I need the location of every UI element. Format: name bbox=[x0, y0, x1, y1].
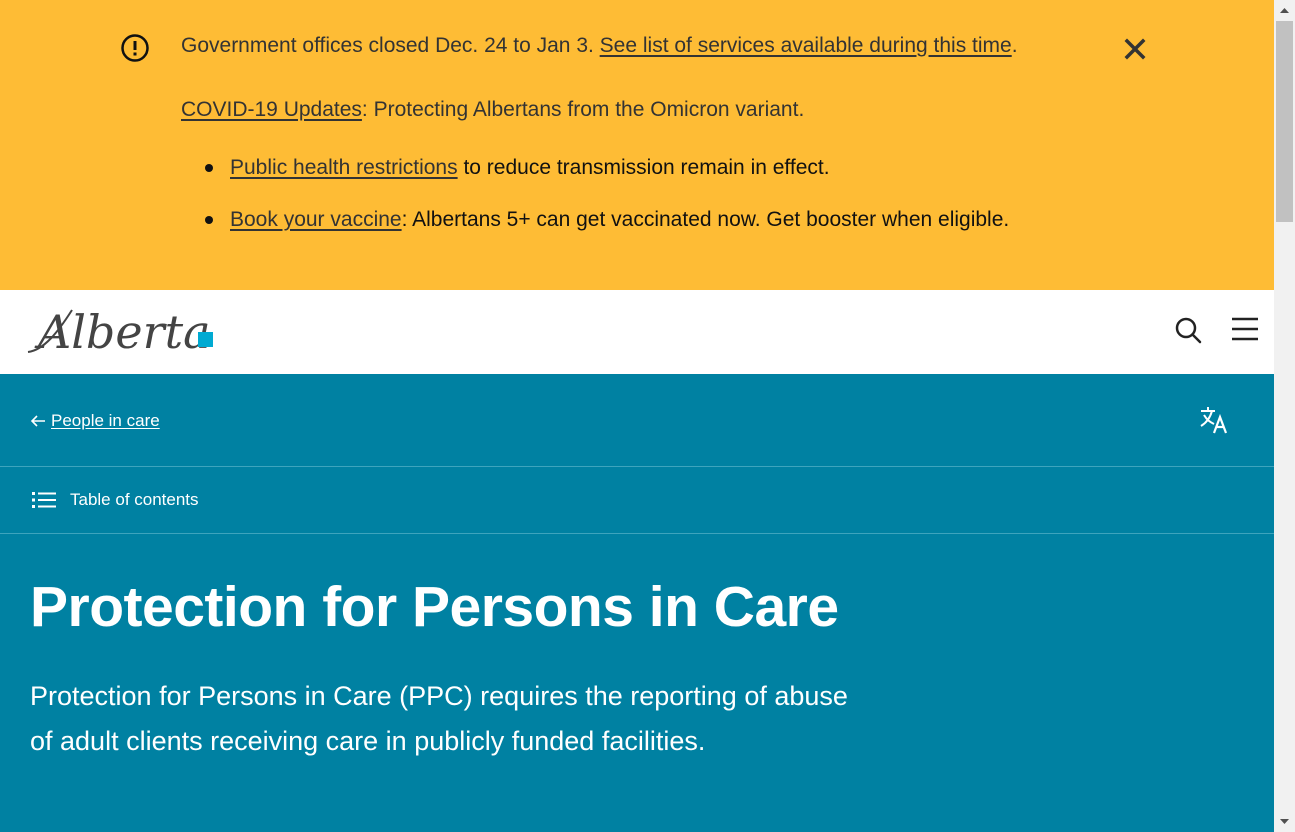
alert-office-closure-end: . bbox=[1011, 34, 1018, 57]
alert-banner: Government offices closed Dec. 24 to Jan… bbox=[0, 0, 1274, 290]
breadcrumb: People in care bbox=[30, 411, 160, 431]
arrow-left-icon bbox=[30, 415, 45, 427]
bullet-text: : Albertans 5+ can get vaccinated now. G… bbox=[401, 208, 1010, 231]
breadcrumb-people-in-care-link[interactable]: People in care bbox=[51, 411, 160, 431]
vertical-scrollbar[interactable] bbox=[1274, 0, 1295, 832]
alert-covid-text: : Protecting Albertans from the Omicron … bbox=[361, 98, 805, 121]
scrollbar-thumb[interactable] bbox=[1276, 21, 1293, 222]
public-health-restrictions-link[interactable]: Public health restrictions bbox=[230, 156, 458, 179]
page: Government offices closed Dec. 24 to Jan… bbox=[0, 0, 1274, 832]
logo-text: Alberta bbox=[34, 305, 211, 359]
list-item: Public health restrictions to reduce tra… bbox=[205, 146, 1009, 198]
list-item: Book your vaccine: Albertans 5+ can get … bbox=[205, 198, 1010, 250]
page-hero: People in care Table of contents Protect… bbox=[0, 374, 1274, 832]
scroll-up-arrow-icon[interactable] bbox=[1274, 0, 1295, 21]
alert-office-closure: Government offices closed Dec. 24 to Jan… bbox=[181, 34, 1018, 58]
scroll-down-arrow-icon[interactable] bbox=[1274, 811, 1295, 832]
alert-covid-updates: COVID-19 Updates: Protecting Albertans f… bbox=[181, 98, 804, 122]
services-list-link[interactable]: See list of services available during th… bbox=[600, 34, 1012, 57]
site-header: Alberta bbox=[0, 290, 1274, 374]
alert-office-closure-text: Government offices closed Dec. 24 to Jan… bbox=[181, 34, 600, 57]
page-title: Protection for Persons in Care bbox=[30, 575, 839, 639]
divider bbox=[0, 533, 1274, 534]
close-icon[interactable] bbox=[1122, 36, 1148, 62]
toc-label: Table of contents bbox=[70, 490, 199, 509]
bullet-dot bbox=[205, 164, 213, 172]
covid-updates-link[interactable]: COVID-19 Updates bbox=[181, 98, 362, 121]
hamburger-menu-icon[interactable] bbox=[1230, 314, 1260, 344]
table-of-contents-toggle[interactable]: Table of contents bbox=[32, 490, 199, 510]
exclamation-circle-icon bbox=[121, 34, 149, 62]
alberta-logo[interactable]: Alberta bbox=[24, 302, 216, 360]
bullet-text: to reduce transmission remain in effect. bbox=[457, 156, 830, 179]
page-lede: Protection for Persons in Care (PPC) req… bbox=[30, 681, 848, 756]
logo-accent-square bbox=[198, 332, 213, 347]
alert-bullet-list: Public health restrictions to reduce tra… bbox=[181, 146, 1009, 250]
book-vaccine-link[interactable]: Book your vaccine bbox=[230, 208, 402, 231]
list-icon bbox=[32, 492, 56, 508]
search-icon[interactable] bbox=[1172, 314, 1204, 346]
translate-icon[interactable] bbox=[1199, 405, 1231, 435]
divider bbox=[0, 466, 1274, 467]
bullet-dot bbox=[205, 216, 213, 224]
